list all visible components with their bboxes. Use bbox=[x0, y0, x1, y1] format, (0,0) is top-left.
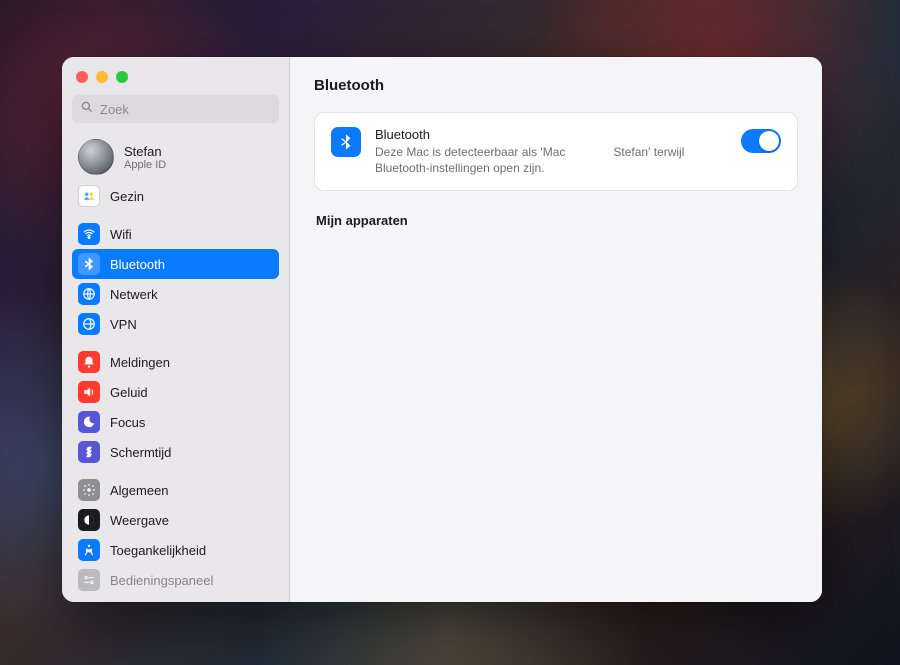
focus-icon bbox=[78, 411, 100, 433]
bluetooth-icon bbox=[78, 253, 100, 275]
sidebar-item-label: Focus bbox=[110, 415, 145, 430]
appearance-icon bbox=[78, 509, 100, 531]
sidebar-item-gezin[interactable]: Gezin bbox=[72, 181, 279, 211]
screentime-icon bbox=[78, 441, 100, 463]
system-settings-window: Stefan Apple ID Gezin Wifi bbox=[62, 57, 822, 602]
sidebar-item-netwerk[interactable]: Netwerk bbox=[72, 279, 279, 309]
bluetooth-card-desc: Deze Mac is detecteerbaar als 'Mac Stefa… bbox=[375, 144, 727, 176]
sidebar-item-wifi[interactable]: Wifi bbox=[72, 219, 279, 249]
main-pane: Bluetooth Bluetooth Deze Mac is detectee… bbox=[290, 57, 822, 602]
sidebar-item-bedieningspaneel[interactable]: Bedieningspaneel bbox=[72, 565, 279, 595]
sidebar-item-meldingen[interactable]: Meldingen bbox=[72, 347, 279, 377]
desktop-background: Stefan Apple ID Gezin Wifi bbox=[0, 0, 900, 665]
sidebar-item-label: VPN bbox=[110, 317, 137, 332]
devices-heading: Mijn apparaten bbox=[316, 213, 796, 228]
sound-icon bbox=[78, 381, 100, 403]
sidebar-item-label: Geluid bbox=[110, 385, 148, 400]
vpn-icon bbox=[78, 313, 100, 335]
apple-id-profile[interactable]: Stefan Apple ID bbox=[72, 133, 279, 181]
search-input[interactable] bbox=[100, 102, 276, 117]
network-icon bbox=[78, 283, 100, 305]
search-field[interactable] bbox=[72, 95, 279, 123]
sidebar-item-focus[interactable]: Focus bbox=[72, 407, 279, 437]
zoom-window-button[interactable] bbox=[116, 71, 128, 83]
close-window-button[interactable] bbox=[76, 71, 88, 83]
profile-name: Stefan bbox=[124, 144, 166, 159]
sidebar-item-label: Weergave bbox=[110, 513, 169, 528]
search-icon bbox=[80, 100, 94, 119]
control-center-icon bbox=[78, 569, 100, 591]
sidebar-item-label: Meldingen bbox=[110, 355, 170, 370]
bluetooth-status-card: Bluetooth Deze Mac is detecteerbaar als … bbox=[314, 112, 798, 191]
sidebar-item-bluetooth[interactable]: Bluetooth bbox=[72, 249, 279, 279]
sidebar: Stefan Apple ID Gezin Wifi bbox=[62, 57, 290, 602]
avatar bbox=[78, 139, 114, 175]
bluetooth-toggle[interactable] bbox=[741, 129, 781, 153]
sidebar-item-label: Algemeen bbox=[110, 483, 169, 498]
sidebar-item-toegankelijkheid[interactable]: Toegankelijkheid bbox=[72, 535, 279, 565]
sidebar-item-label: Toegankelijkheid bbox=[110, 543, 206, 558]
sidebar-item-algemeen[interactable]: Algemeen bbox=[72, 475, 279, 505]
sidebar-item-weergave[interactable]: Weergave bbox=[72, 505, 279, 535]
sidebar-item-vpn[interactable]: VPN bbox=[72, 309, 279, 339]
sidebar-item-label: Gezin bbox=[110, 189, 144, 204]
sidebar-item-label: Netwerk bbox=[110, 287, 158, 302]
minimize-window-button[interactable] bbox=[96, 71, 108, 83]
accessibility-icon bbox=[78, 539, 100, 561]
sidebar-item-label: Bedieningspaneel bbox=[110, 573, 213, 588]
window-controls bbox=[62, 67, 289, 95]
family-icon bbox=[78, 185, 100, 207]
bluetooth-icon bbox=[331, 127, 361, 157]
sidebar-item-schermtijd[interactable]: Schermtijd bbox=[72, 437, 279, 467]
sidebar-scroll[interactable]: Stefan Apple ID Gezin Wifi bbox=[62, 133, 289, 602]
profile-sub: Apple ID bbox=[124, 159, 166, 171]
bluetooth-card-title: Bluetooth bbox=[375, 127, 727, 142]
notifications-icon bbox=[78, 351, 100, 373]
sidebar-item-label: Schermtijd bbox=[110, 445, 171, 460]
sidebar-item-label: Bluetooth bbox=[110, 257, 165, 272]
wifi-icon bbox=[78, 223, 100, 245]
sidebar-item-geluid[interactable]: Geluid bbox=[72, 377, 279, 407]
page-title: Bluetooth bbox=[314, 77, 798, 94]
general-icon bbox=[78, 479, 100, 501]
sidebar-item-label: Wifi bbox=[110, 227, 132, 242]
